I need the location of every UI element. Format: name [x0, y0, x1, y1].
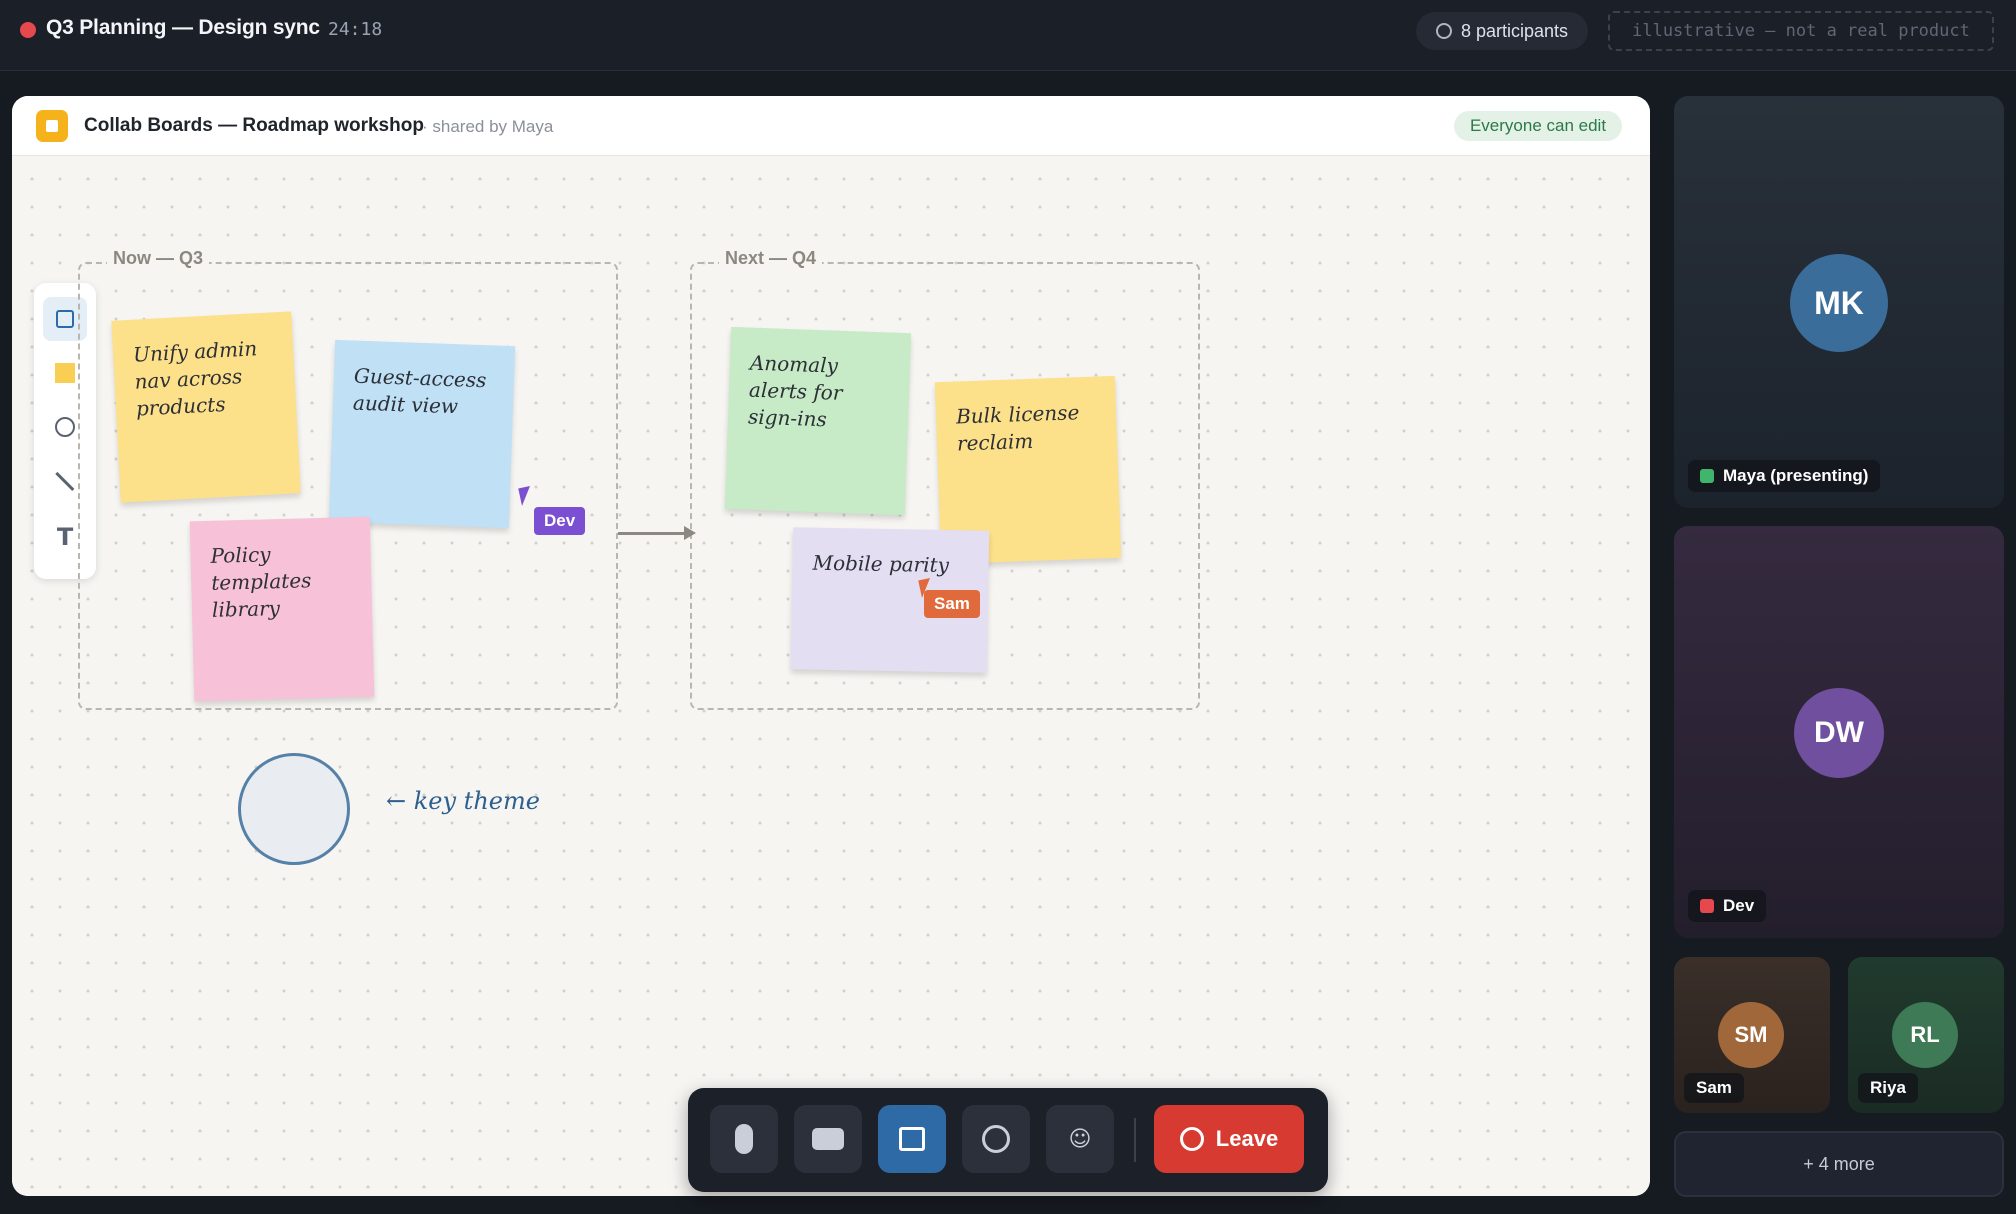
board-canvas[interactable]: T Now — Q3 Next — Q4 Unify admin nav acr…	[12, 157, 1650, 1196]
mic-icon	[735, 1124, 753, 1154]
participant-tile-riya[interactable]: RL Riya	[1848, 957, 2004, 1113]
sticky-note-policy-templates[interactable]: Policy templates library	[189, 516, 375, 702]
avatar: MK	[1790, 254, 1888, 352]
frame-label-next: Next — Q4	[719, 248, 823, 269]
sticky-note-unify-admin[interactable]: Unify admin nav across products	[111, 311, 301, 503]
sticky-note-guest-access[interactable]: Guest-access audit view	[328, 339, 516, 529]
collab-boards-logo-icon	[36, 110, 68, 142]
avatar: SM	[1718, 1002, 1784, 1068]
participant-name: Maya (presenting)	[1723, 466, 1869, 485]
board-title: Collab Boards — Roadmap workshop	[84, 115, 424, 136]
participant-tile-dev[interactable]: DW Dev	[1674, 526, 2004, 938]
cursor-label-dev: Dev	[534, 507, 586, 535]
select-icon	[56, 310, 74, 328]
frame-label-now: Now — Q3	[107, 248, 210, 269]
reactions-icon: ☺	[1068, 1126, 1092, 1152]
theme-circle-shape[interactable]	[238, 753, 350, 865]
mic-muted-icon	[1700, 899, 1714, 913]
leave-label: Leave	[1215, 1126, 1279, 1151]
avatar: DW	[1794, 688, 1884, 778]
controls-divider	[1134, 1118, 1136, 1162]
participants-count: 8 participants	[1460, 20, 1569, 41]
key-theme-annotation[interactable]: ← key theme	[386, 787, 540, 815]
call-controls-bar: ☺ Leave	[688, 1088, 1328, 1192]
recording-indicator-icon	[20, 22, 36, 38]
participant-tile-maya[interactable]: MK Maya (presenting)	[1674, 96, 2004, 508]
permission-badge[interactable]: Everyone can edit	[1454, 111, 1622, 141]
meeting-timer: 24:18	[328, 19, 383, 40]
participant-name-tag: Riya	[1858, 1073, 1918, 1103]
sticky-note-anomaly-alerts[interactable]: Anomaly alerts for sign-ins	[724, 326, 912, 516]
meeting-top-bar: Q3 Planning — Design sync 24:18 8 partic…	[0, 0, 2016, 71]
sticky-note-icon	[55, 363, 75, 383]
share-screen-button[interactable]	[878, 1105, 946, 1173]
participant-tile-sam[interactable]: SM Sam	[1674, 957, 1830, 1113]
meeting-title: Q3 Planning — Design sync	[46, 16, 320, 39]
participant-name-tag: Maya (presenting)	[1688, 460, 1881, 492]
camera-icon	[812, 1128, 844, 1150]
audio-status-icon	[1700, 469, 1714, 483]
participant-name-tag: Dev	[1688, 890, 1767, 922]
participants-button[interactable]: 8 participants	[1416, 12, 1588, 50]
leave-button[interactable]: Leave	[1154, 1105, 1304, 1173]
text-icon: T	[56, 523, 74, 551]
more-participants-button[interactable]: + 4 more	[1674, 1131, 2004, 1197]
reactions-button[interactable]: ☺	[1046, 1105, 1114, 1173]
participant-name-tag: Sam	[1684, 1073, 1744, 1103]
shared-by-label: · shared by Maya	[422, 117, 554, 136]
circle-icon	[55, 417, 75, 437]
shared-whiteboard: Collab Boards — Roadmap workshop · share…	[12, 96, 1650, 1196]
participant-name: Riya	[1870, 1078, 1906, 1097]
record-icon	[982, 1125, 1010, 1153]
connector-arrow[interactable]	[618, 526, 696, 540]
participant-name: Sam	[1696, 1078, 1732, 1097]
camera-button[interactable]	[794, 1105, 862, 1173]
line-icon	[55, 471, 75, 491]
avatar: RL	[1892, 1002, 1958, 1068]
board-header: Collab Boards — Roadmap workshop · share…	[12, 96, 1650, 156]
participant-name: Dev	[1723, 896, 1755, 915]
disclaimer-badge: illustrative – not a real product	[1608, 11, 1994, 51]
leave-icon	[1179, 1127, 1204, 1151]
record-button[interactable]	[962, 1105, 1030, 1173]
participants-icon	[1435, 23, 1452, 39]
cursor-label-sam: Sam	[924, 590, 980, 618]
mic-button[interactable]	[710, 1105, 778, 1173]
share-screen-icon	[899, 1127, 925, 1151]
